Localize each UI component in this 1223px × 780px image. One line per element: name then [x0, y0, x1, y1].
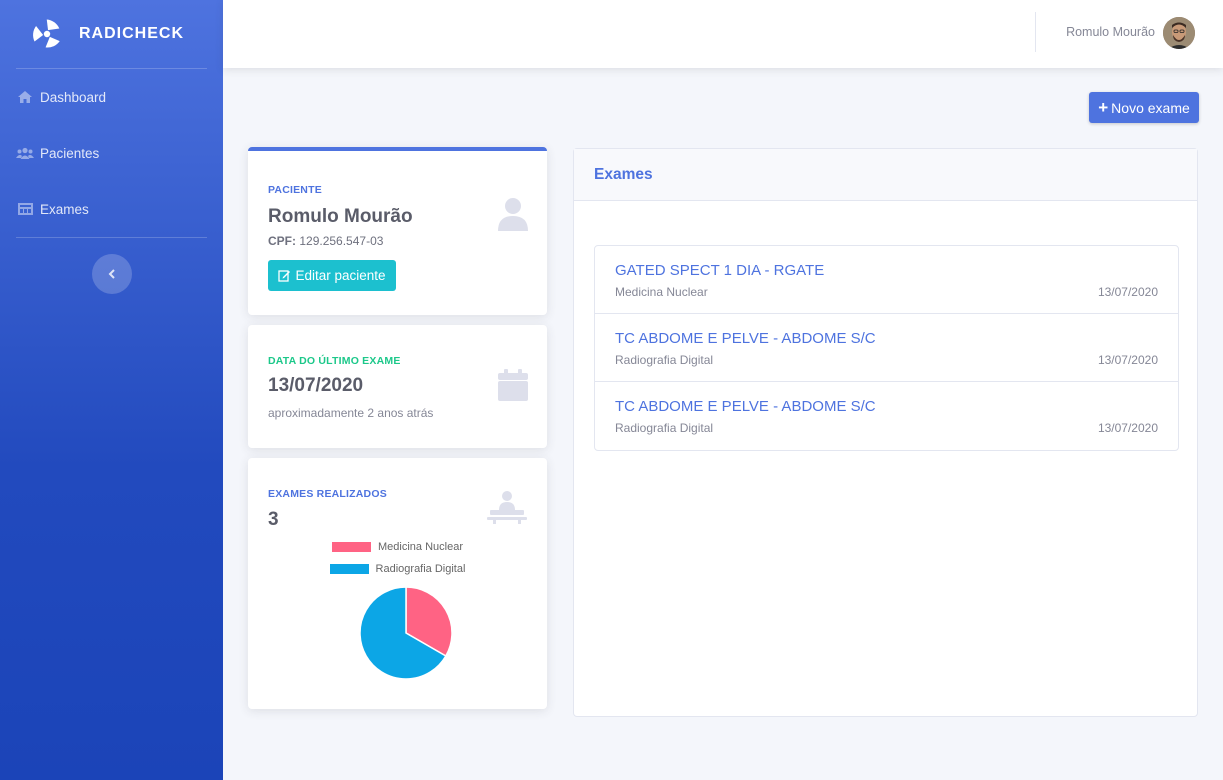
patient-cpf: CPF: 129.256.547-03	[268, 234, 383, 248]
exams-count: 3	[268, 509, 279, 530]
edit-patient-label: Editar paciente	[295, 268, 386, 283]
exam-title[interactable]: TC ABDOME E PELVE - ABDOME S/C	[615, 398, 876, 415]
exam-row[interactable]: GATED SPECT 1 DIA - RGATE Medicina Nucle…	[595, 246, 1178, 314]
legend-label-radiografia-digital: Radiografia Digital	[375, 563, 466, 575]
new-exam-label: Novo exame	[1111, 99, 1190, 116]
legend-swatch-medicina-nuclear	[332, 542, 371, 552]
users-icon	[16, 145, 34, 161]
legend-label-medicina-nuclear: Medicina Nuclear	[378, 541, 463, 553]
exams-pie-chart	[359, 586, 453, 680]
sidebar-item-label: Dashboard	[40, 89, 107, 105]
user-name[interactable]: Romulo Mourão	[1066, 25, 1155, 39]
plus-icon: +	[1098, 98, 1109, 117]
sidebar-item-label: Exames	[40, 201, 89, 217]
patient-label: PACIENTE	[268, 184, 322, 196]
exams-panel: Exames GATED SPECT 1 DIA - RGATE Medicin…	[573, 148, 1198, 717]
sidebar-item-pacientes[interactable]: Pacientes	[0, 125, 223, 181]
exam-date: 13/07/2020	[1097, 353, 1158, 367]
brand[interactable]: RADICHECK	[0, 0, 223, 68]
sidebar-item-label: Pacientes	[40, 145, 100, 161]
chevron-left-icon	[108, 269, 115, 279]
exam-category: Medicina Nuclear	[615, 285, 708, 299]
legend-item-medicina-nuclear[interactable]: Medicina Nuclear	[248, 541, 547, 553]
edit-patient-button[interactable]: Editar paciente	[268, 260, 396, 291]
exam-date: 13/07/2020	[1097, 421, 1158, 435]
topbar: Romulo Mourão	[223, 0, 1223, 68]
brand-name: RADICHECK	[79, 25, 184, 42]
cpf-label: CPF:	[268, 234, 296, 248]
sidebar-collapse-button[interactable]	[91, 254, 132, 294]
home-icon	[16, 89, 34, 105]
legend-swatch-radiografia-digital	[329, 564, 369, 574]
exam-category: Radiografia Digital	[615, 421, 714, 435]
exams-count-card: EXAMES REALIZADOS 3 Medicina Nuclear Rad…	[248, 458, 547, 709]
patient-name: Romulo Mourão	[268, 206, 413, 227]
last-exam-card: DATA DO ÚLTIMO EXAME 13/07/2020 aproxima…	[248, 325, 547, 448]
user-icon	[498, 198, 528, 231]
radiation-logo-icon	[33, 19, 60, 48]
exam-row[interactable]: TC ABDOME E PELVE - ABDOME S/C Radiograf…	[595, 314, 1178, 382]
sidebar-item-exames[interactable]: Exames	[0, 181, 223, 237]
calendar-icon	[498, 369, 528, 401]
exam-row[interactable]: TC ABDOME E PELVE - ABDOME S/C Radiograf…	[595, 382, 1178, 450]
sidebar: RADICHECK Dashboard Pacientes Exames	[0, 0, 223, 780]
cpf-value: 129.256.547-03	[299, 234, 384, 248]
avatar[interactable]	[1163, 17, 1195, 49]
exam-title[interactable]: GATED SPECT 1 DIA - RGATE	[615, 262, 824, 279]
exam-category: Radiografia Digital	[615, 353, 714, 367]
exams-panel-title: Exames	[594, 165, 653, 183]
exam-title[interactable]: TC ABDOME E PELVE - ABDOME S/C	[615, 330, 876, 347]
topbar-divider	[1035, 12, 1036, 52]
sidebar-divider	[16, 237, 207, 238]
exam-date: 13/07/2020	[1097, 285, 1158, 299]
procedure-icon	[487, 491, 527, 524]
patient-card: PACIENTE Romulo Mourão CPF: 129.256.547-…	[248, 147, 547, 315]
exams-panel-header: Exames	[574, 149, 1197, 201]
sidebar-item-dashboard[interactable]: Dashboard	[0, 69, 223, 125]
exams-count-label: EXAMES REALIZADOS	[268, 488, 387, 500]
last-exam-label: DATA DO ÚLTIMO EXAME	[268, 355, 401, 367]
last-exam-relative: aproximadamente 2 anos atrás	[268, 406, 434, 420]
new-exam-button[interactable]: + Novo exame	[1089, 92, 1199, 123]
clipboard-icon	[16, 201, 34, 217]
exams-list: GATED SPECT 1 DIA - RGATE Medicina Nucle…	[594, 245, 1179, 451]
last-exam-date: 13/07/2020	[268, 375, 364, 396]
legend-item-radiografia-digital[interactable]: Radiografia Digital	[248, 563, 547, 575]
edit-icon	[278, 270, 291, 282]
